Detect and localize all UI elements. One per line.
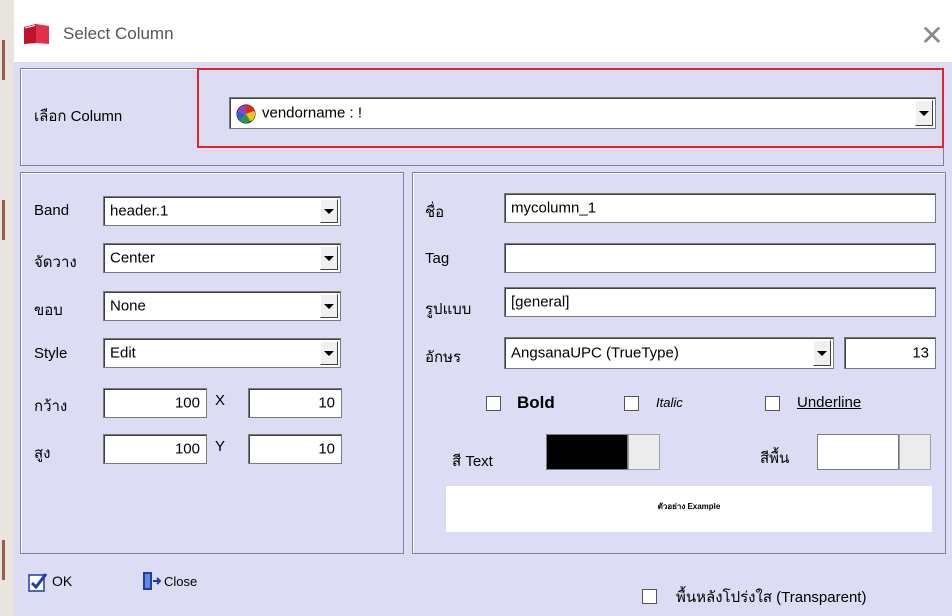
tag-label: Tag bbox=[425, 250, 450, 267]
chevron-down-icon[interactable] bbox=[813, 340, 831, 366]
y-value: 10 bbox=[318, 440, 335, 458]
band-label: Band bbox=[34, 202, 70, 219]
style-value: Edit bbox=[110, 344, 136, 362]
underline-label: Underline bbox=[797, 394, 862, 411]
color-wheel-icon bbox=[236, 104, 256, 124]
style-dropdown[interactable]: Edit bbox=[103, 338, 341, 368]
checkmark-icon bbox=[28, 572, 48, 592]
text-color-swatch[interactable] bbox=[546, 434, 628, 470]
y-label: Y bbox=[215, 438, 226, 455]
band-value: header.1 bbox=[110, 202, 169, 220]
width-input[interactable]: 100 bbox=[103, 388, 207, 418]
height-value: 100 bbox=[174, 440, 200, 458]
format-input[interactable]: [general] bbox=[504, 287, 936, 317]
chevron-down-icon[interactable] bbox=[320, 294, 338, 318]
bg-color-label: สีพื้น bbox=[760, 450, 790, 467]
height-label: สูง bbox=[34, 445, 51, 462]
font-size-value: 13 bbox=[912, 344, 929, 362]
width-value: 100 bbox=[174, 394, 200, 412]
name-value: mycolumn_1 bbox=[511, 199, 597, 217]
italic-checkbox[interactable] bbox=[624, 396, 639, 411]
format-value: [general] bbox=[511, 293, 570, 311]
font-size-input[interactable]: 13 bbox=[844, 337, 936, 369]
close-label: Close bbox=[164, 574, 198, 589]
ok-label: OK bbox=[52, 573, 73, 589]
align-dropdown[interactable]: Center bbox=[103, 243, 341, 273]
background-app-strip bbox=[0, 0, 14, 616]
border-label: ขอบ bbox=[34, 302, 63, 319]
background-mark bbox=[2, 200, 5, 240]
style-label: Style bbox=[34, 345, 68, 362]
window-title: Select Column bbox=[63, 24, 174, 43]
font-preview: ตัวอย่าง Example bbox=[446, 486, 932, 532]
font-dropdown[interactable]: AngsanaUPC (TrueType) bbox=[504, 337, 834, 369]
exit-door-icon bbox=[140, 570, 162, 594]
column-select-label: เลือก Column bbox=[34, 108, 123, 125]
width-label: กว้าง bbox=[34, 398, 68, 415]
font-value: AngsanaUPC (TrueType) bbox=[511, 344, 679, 362]
close-button[interactable]: Close bbox=[140, 570, 230, 594]
bold-checkbox[interactable] bbox=[486, 396, 501, 411]
y-input[interactable]: 10 bbox=[248, 434, 342, 464]
preview-text: ตัวอย่าง Example bbox=[657, 502, 721, 511]
transparent-checkbox[interactable] bbox=[642, 589, 657, 604]
border-dropdown[interactable]: None bbox=[103, 291, 341, 321]
column-select-value: vendorname : ! bbox=[262, 104, 363, 122]
italic-label: Italic bbox=[656, 395, 683, 410]
bg-color-swatch[interactable] bbox=[817, 434, 899, 470]
name-input[interactable]: mycolumn_1 bbox=[504, 193, 936, 223]
x-input[interactable]: 10 bbox=[248, 388, 342, 418]
height-input[interactable]: 100 bbox=[103, 434, 207, 464]
bg-color-button[interactable] bbox=[899, 434, 931, 470]
chevron-down-icon[interactable] bbox=[320, 246, 338, 270]
bold-label: Bold bbox=[517, 393, 555, 412]
border-value: None bbox=[110, 297, 146, 315]
name-label: ชื่อ bbox=[425, 204, 445, 221]
x-label: X bbox=[215, 392, 226, 409]
underline-checkbox[interactable] bbox=[765, 396, 780, 411]
background-mark bbox=[2, 540, 5, 580]
chevron-down-icon[interactable] bbox=[320, 199, 338, 223]
column-select-dropdown[interactable]: vendorname : ! bbox=[229, 97, 936, 129]
format-label: รูปแบบ bbox=[425, 301, 472, 318]
background-mark bbox=[2, 40, 5, 80]
transparent-label: พื้นหลังโปร่งใส (Transparent) bbox=[676, 589, 867, 606]
align-label: จัดวาง bbox=[34, 254, 77, 271]
x-value: 10 bbox=[318, 394, 335, 412]
text-color-label: สี Text bbox=[452, 453, 493, 470]
tag-input[interactable] bbox=[504, 243, 936, 273]
align-value: Center bbox=[110, 249, 156, 267]
font-label: อักษร bbox=[425, 349, 462, 366]
close-icon[interactable]: ✕ bbox=[916, 20, 948, 52]
text-color-button[interactable] bbox=[628, 434, 660, 470]
chevron-down-icon[interactable] bbox=[320, 341, 338, 365]
book-icon bbox=[22, 22, 52, 46]
chevron-down-icon[interactable] bbox=[915, 100, 933, 126]
band-dropdown[interactable]: header.1 bbox=[103, 196, 341, 226]
